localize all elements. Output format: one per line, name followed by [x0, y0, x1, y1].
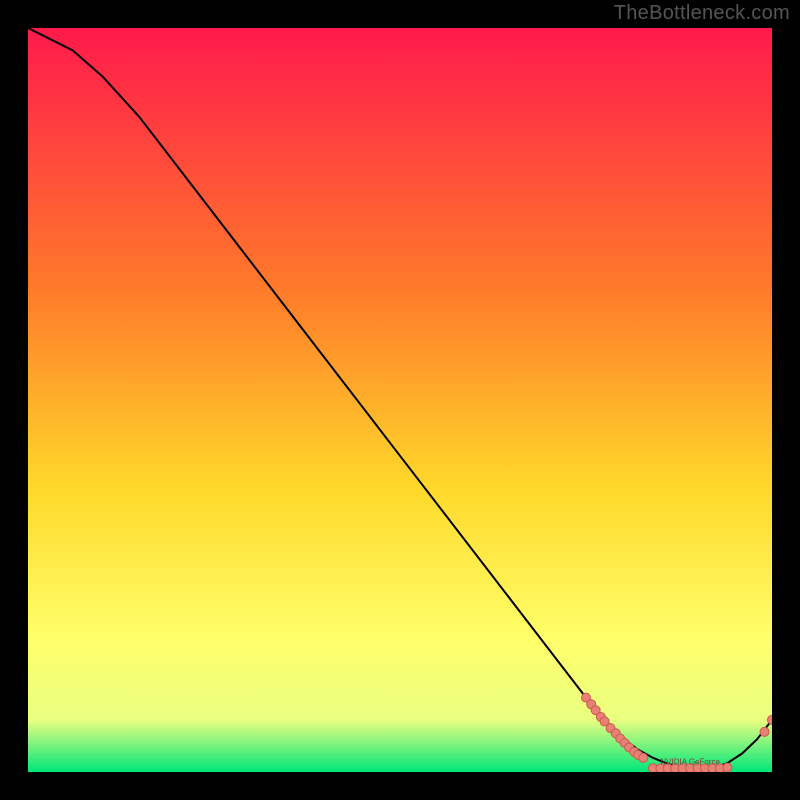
- chart-frame: TheBottleneck.com NVIDIA GeForce: [0, 0, 800, 800]
- plot-area: NVIDIA GeForce: [28, 28, 772, 772]
- chart-svg: NVIDIA GeForce: [28, 28, 772, 772]
- data-dot: [760, 727, 769, 736]
- data-dot: [768, 715, 773, 724]
- data-dot: [723, 763, 732, 772]
- data-dot: [639, 753, 648, 762]
- watermark-text: TheBottleneck.com: [614, 2, 790, 25]
- gradient-background: [28, 28, 772, 772]
- dot-cluster-label: NVIDIA GeForce: [660, 757, 720, 766]
